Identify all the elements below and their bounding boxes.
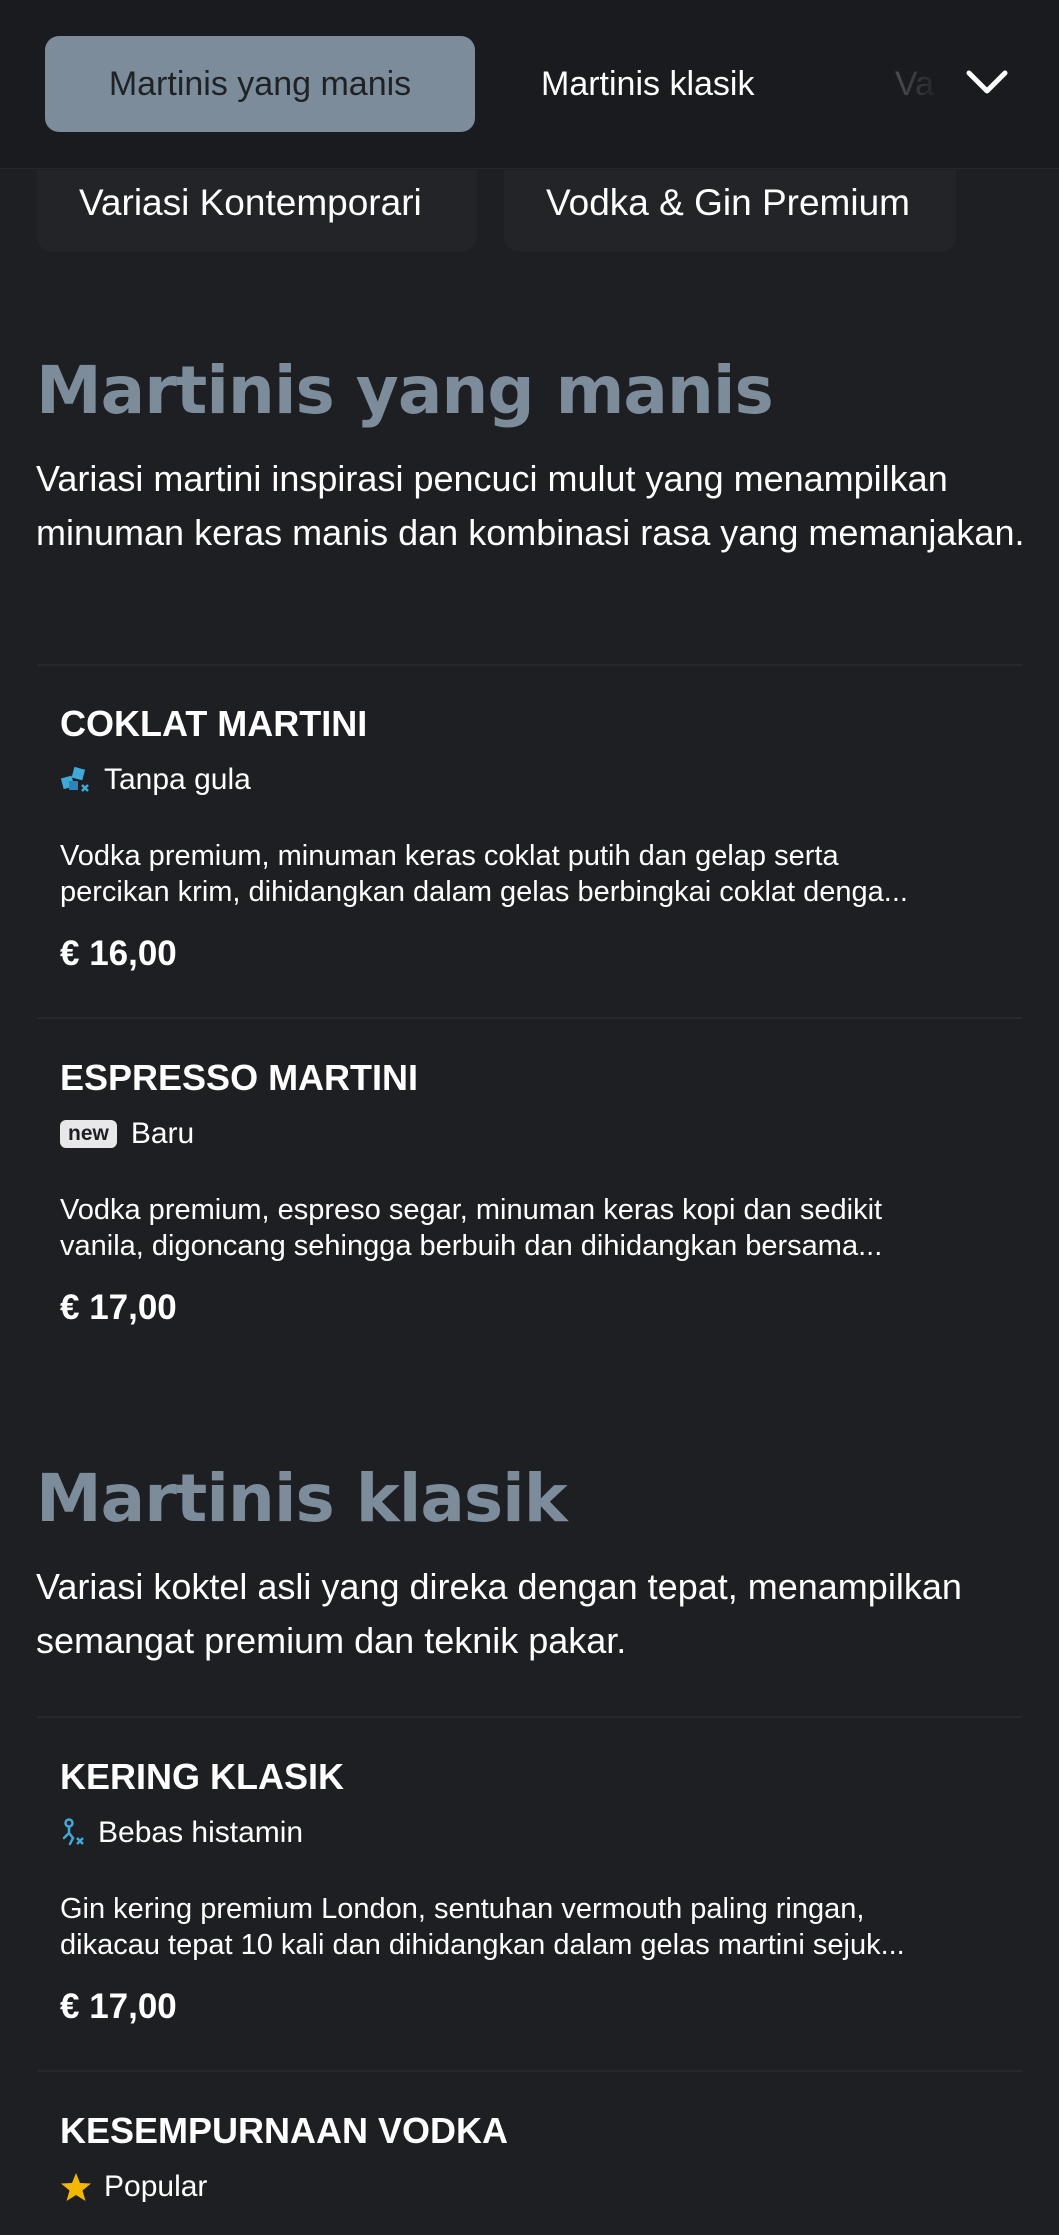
- item-description: Vodka premium, espreso segar, minuman ke…: [60, 1194, 883, 1262]
- section-title: Martinis klasik: [36, 1460, 568, 1537]
- item-tag-label: Baru: [130, 1117, 195, 1150]
- section-description: Variasi koktel asli yang direka dengan t…: [36, 1566, 962, 1661]
- divider: [37, 664, 1022, 666]
- histamine-free-icon: [62, 1818, 84, 1846]
- item-tag-label: Tanpa gula: [104, 763, 251, 796]
- divider: [37, 1716, 1022, 1718]
- section-description: Variasi martini inspirasi pencuci mulut …: [36, 458, 1025, 553]
- tab-martinis-yang-manis[interactable]: Martinis yang manis: [45, 36, 475, 132]
- tab-vodka-gin-premium[interactable]: Vodka & Gin Premium: [504, 170, 956, 252]
- item-price: € 17,00: [60, 1288, 177, 1327]
- chevron-down-icon[interactable]: [963, 62, 1011, 102]
- item-name: KESEMPURNAAN VODKA: [60, 2110, 509, 2151]
- item-price: € 17,00: [60, 1987, 177, 2026]
- item-price: € 16,00: [60, 934, 177, 973]
- category-tab-bar: Martinis yang manis Martinis klasik Va: [0, 0, 1059, 169]
- item-tag: new Baru: [60, 1117, 194, 1151]
- item-description: Vodka premium, minuman keras coklat puti…: [60, 840, 908, 908]
- item-name: ESPRESSO MARTINI: [60, 1057, 419, 1098]
- divider: [37, 2070, 1022, 2072]
- item-tag-label: Bebas histamin: [98, 1816, 304, 1849]
- item-tag: Popular: [60, 2170, 207, 2204]
- item-name: COKLAT MARTINI: [60, 703, 368, 744]
- item-tag: Tanpa gula: [60, 763, 251, 797]
- divider: [37, 1017, 1022, 1019]
- section-title: Martinis yang manis: [36, 352, 774, 429]
- sugar-free-icon: [60, 766, 89, 792]
- item-description: Gin kering premium London, sentuhan verm…: [60, 1893, 905, 1961]
- item-tag-label: Popular: [104, 2170, 208, 2203]
- tab-variasi-kontemporari[interactable]: Variasi Kontemporari: [37, 170, 477, 252]
- tab-martinis-klasik[interactable]: Martinis klasik: [541, 36, 754, 132]
- star-icon: [61, 2173, 91, 2201]
- item-name: KERING KLASIK: [60, 1756, 345, 1797]
- new-badge-icon: new: [60, 1120, 117, 1148]
- item-tag: Bebas histamin: [60, 1816, 303, 1850]
